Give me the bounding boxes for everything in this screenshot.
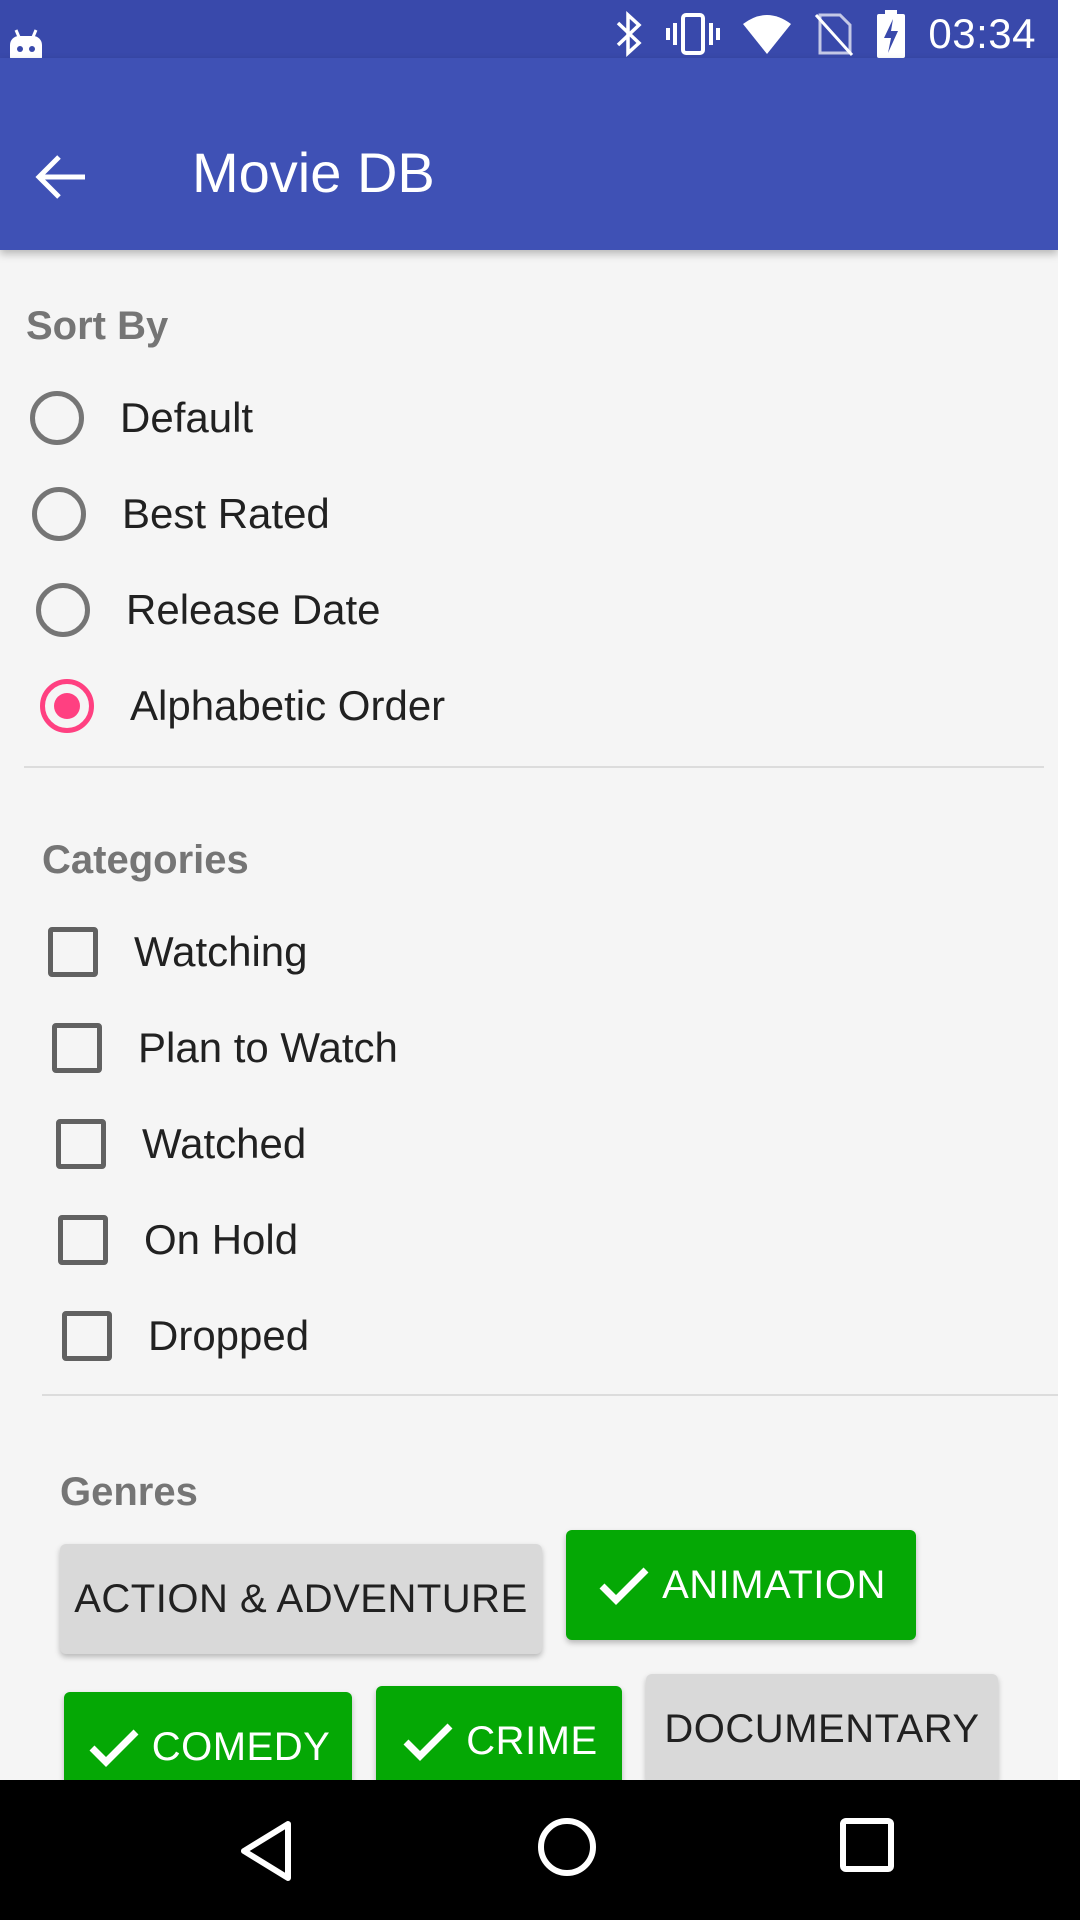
checkbox[interactable] xyxy=(62,1311,112,1361)
chip-label: CRIME xyxy=(466,1718,598,1763)
app-bar: Movie DB xyxy=(0,58,1058,250)
checkbox[interactable] xyxy=(48,927,98,977)
vibrate-icon xyxy=(666,11,721,57)
radio-button-checked[interactable] xyxy=(40,679,94,733)
chip-label: COMEDY xyxy=(151,1724,331,1769)
genre-chip-documentary[interactable]: DOCUMENTARY xyxy=(646,1674,998,1784)
arrow-left-icon xyxy=(35,155,85,199)
chip-label: DOCUMENTARY xyxy=(664,1706,980,1751)
checkbox[interactable] xyxy=(56,1119,106,1169)
genre-chip-action-adventure[interactable]: ACTION & ADVENTURE xyxy=(60,1544,542,1654)
radio-label: Best Rated xyxy=(122,490,330,537)
page-title: Movie DB xyxy=(192,141,435,204)
checkbox-watched[interactable]: Watched xyxy=(56,1104,306,1184)
nav-recents-button[interactable] xyxy=(838,1816,896,1879)
radio-alphabetic-order[interactable]: Alphabetic Order xyxy=(40,666,445,746)
chip-label: ACTION & ADVENTURE xyxy=(74,1576,528,1621)
checkbox[interactable] xyxy=(58,1215,108,1265)
navigation-bar xyxy=(0,1780,1080,1920)
divider xyxy=(24,766,1044,768)
wifi-icon xyxy=(742,12,792,56)
chip-label: ANIMATION xyxy=(662,1562,886,1607)
radio-button[interactable] xyxy=(30,391,84,445)
genres-title: Genres xyxy=(60,1470,198,1514)
radio-default[interactable]: Default xyxy=(30,378,253,458)
checkbox-on-hold[interactable]: On Hold xyxy=(58,1200,298,1280)
radio-label: Release Date xyxy=(126,586,381,633)
home-circle-icon xyxy=(538,1818,596,1876)
status-clock: 03:34 xyxy=(928,10,1036,57)
nav-home-button[interactable] xyxy=(536,1816,598,1883)
radio-release-date[interactable]: Release Date xyxy=(36,570,380,650)
back-triangle-icon xyxy=(241,1821,291,1881)
battery-charging-icon xyxy=(876,9,906,59)
categories-title: Categories xyxy=(42,838,249,882)
check-icon xyxy=(599,1567,649,1605)
checkbox-dropped[interactable]: Dropped xyxy=(62,1296,309,1376)
recents-square-icon xyxy=(840,1818,894,1872)
check-icon xyxy=(89,1729,139,1767)
sort-by-title: Sort By xyxy=(26,304,169,348)
radio-label: Default xyxy=(120,394,254,441)
app-screen: 03:34 Movie DB Sort By Default Best Rate… xyxy=(0,0,1058,1790)
divider xyxy=(42,1394,1058,1396)
radio-label: Alphabetic Order xyxy=(130,682,446,729)
checkbox-plan-to-watch[interactable]: Plan to Watch xyxy=(52,1008,398,1088)
checkbox-label: Dropped xyxy=(148,1312,310,1359)
genre-chip-animation[interactable]: ANIMATION xyxy=(566,1530,916,1640)
checkbox-label: Plan to Watch xyxy=(138,1024,398,1071)
checkbox-label: Watched xyxy=(142,1120,307,1167)
bluetooth-icon xyxy=(614,11,644,57)
checkbox-label: On Hold xyxy=(144,1216,299,1263)
checkbox-label: Watching xyxy=(134,928,308,975)
nav-back-button[interactable] xyxy=(236,1816,296,1891)
checkbox[interactable] xyxy=(52,1023,102,1073)
status-icons: 03:34 xyxy=(614,4,1036,64)
genre-chip-crime[interactable]: CRIME xyxy=(376,1686,622,1790)
radio-button[interactable] xyxy=(36,583,90,637)
no-sim-icon xyxy=(814,11,854,57)
radio-button[interactable] xyxy=(32,487,86,541)
checkbox-watching[interactable]: Watching xyxy=(48,912,308,992)
back-button[interactable] xyxy=(26,142,96,212)
radio-best-rated[interactable]: Best Rated xyxy=(32,474,330,554)
check-icon xyxy=(403,1723,453,1761)
genre-chip-comedy[interactable]: COMEDY xyxy=(64,1692,352,1790)
